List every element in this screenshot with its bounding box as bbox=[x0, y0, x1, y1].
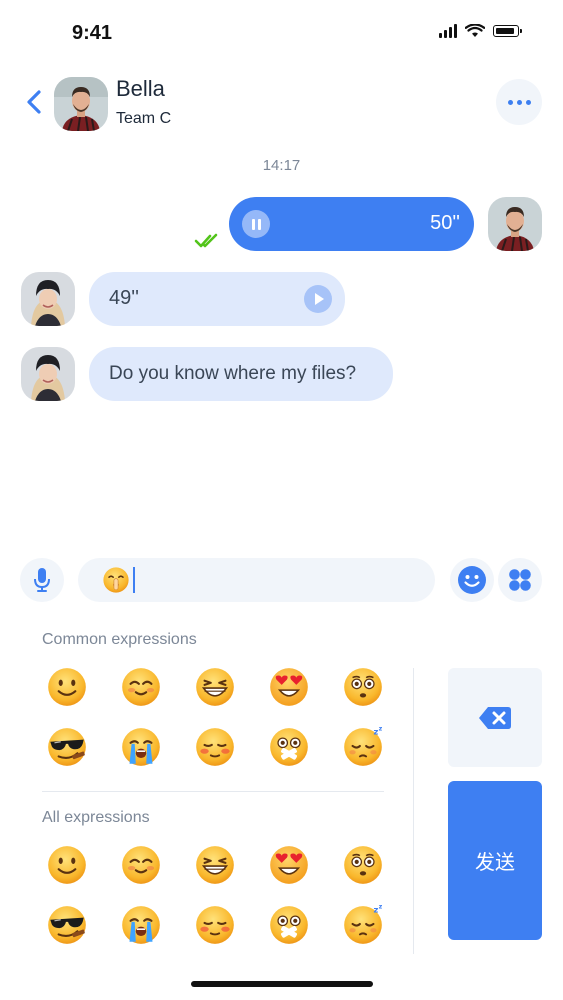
woman-portrait-icon bbox=[21, 272, 75, 326]
emoji-shy-face[interactable] bbox=[178, 724, 252, 770]
microphone-icon bbox=[34, 568, 50, 592]
contact-name: Bella bbox=[116, 76, 165, 101]
common-emoji-grid: zz bbox=[30, 664, 400, 770]
incoming-text-message[interactable]: Do you know where my files? bbox=[89, 347, 393, 401]
four-dots-grid-icon bbox=[509, 569, 531, 591]
emoji-heart-eyes[interactable] bbox=[252, 664, 326, 710]
emoji-grinning-squint[interactable] bbox=[178, 664, 252, 710]
grinning-squint-icon bbox=[196, 668, 234, 706]
emoji-sleeping-face[interactable]: zz bbox=[326, 902, 400, 948]
emoji-flushed-face[interactable] bbox=[326, 842, 400, 888]
flushed-face-icon bbox=[344, 668, 382, 706]
heart-eyes-icon bbox=[270, 668, 308, 706]
mouth-taped-icon bbox=[270, 906, 308, 944]
emoji-mouth-taped[interactable] bbox=[252, 902, 326, 948]
shushing-face-icon bbox=[103, 567, 129, 593]
emoji-grinning-squint[interactable] bbox=[178, 842, 252, 888]
man-portrait-icon bbox=[488, 197, 542, 251]
emoji-toggle-button[interactable] bbox=[450, 558, 494, 602]
smiley-icon bbox=[458, 566, 486, 594]
shy-face-icon bbox=[196, 906, 234, 944]
outgoing-voice-message[interactable]: 50'' bbox=[229, 197, 474, 251]
sender-avatar[interactable] bbox=[21, 272, 75, 326]
smiling-face-icon bbox=[48, 668, 86, 706]
flushed-face-icon bbox=[344, 846, 382, 884]
text-caret bbox=[133, 567, 135, 593]
woman-portrait-icon bbox=[21, 347, 75, 401]
common-expressions-title: Common expressions bbox=[42, 631, 197, 648]
message-timestamp: 14:17 bbox=[262, 157, 301, 174]
signal-icon bbox=[439, 24, 457, 38]
more-dot bbox=[525, 99, 531, 105]
more-apps-button[interactable] bbox=[498, 558, 542, 602]
contact-avatar[interactable] bbox=[54, 77, 108, 131]
back-button[interactable] bbox=[20, 86, 48, 118]
incoming-voice-message[interactable]: 49'' bbox=[89, 272, 345, 326]
smiling-face-icon bbox=[48, 846, 86, 884]
outgoing-voice-duration: 50'' bbox=[430, 212, 460, 234]
contact-team: Team C bbox=[116, 110, 172, 127]
my-avatar[interactable] bbox=[488, 197, 542, 251]
crying-face-icon bbox=[122, 906, 160, 944]
battery-icon bbox=[493, 25, 522, 37]
shy-face-icon bbox=[196, 728, 234, 766]
sender-avatar[interactable] bbox=[21, 347, 75, 401]
emoji-blushing-face[interactable] bbox=[104, 842, 178, 888]
emoji-sunglasses-cool[interactable] bbox=[30, 902, 104, 948]
emoji-heart-eyes[interactable] bbox=[252, 842, 326, 888]
blushing-face-icon bbox=[122, 846, 160, 884]
blushing-face-icon bbox=[122, 668, 160, 706]
status-time: 9:41 bbox=[72, 22, 113, 44]
wifi-icon bbox=[465, 24, 485, 37]
sunglasses-cool-icon bbox=[48, 906, 86, 944]
emoji-sleeping-face[interactable]: zz bbox=[326, 724, 400, 770]
divider bbox=[42, 791, 384, 792]
sleeping-face-icon: zz bbox=[344, 903, 383, 944]
man-portrait-icon bbox=[54, 77, 108, 131]
emoji-crying-face[interactable] bbox=[104, 724, 178, 770]
chevron-left-icon bbox=[27, 90, 41, 114]
pause-icon[interactable] bbox=[242, 210, 270, 238]
sunglasses-cool-icon bbox=[48, 728, 86, 766]
emoji-flushed-face[interactable] bbox=[326, 664, 400, 710]
more-dot bbox=[507, 99, 513, 105]
message-text: Do you know where my files? bbox=[109, 363, 357, 384]
emoji-shy-face[interactable] bbox=[178, 902, 252, 948]
grinning-squint-icon bbox=[196, 846, 234, 884]
incoming-voice-duration: 49'' bbox=[109, 287, 139, 309]
play-icon[interactable] bbox=[304, 285, 332, 313]
all-emoji-grid: zz bbox=[30, 842, 400, 948]
double-check-icon bbox=[194, 233, 218, 248]
home-indicator bbox=[191, 981, 373, 987]
svg-text:z: z bbox=[379, 903, 383, 910]
emoji-crying-face[interactable] bbox=[104, 902, 178, 948]
all-expressions-title: All expressions bbox=[42, 809, 150, 826]
message-input[interactable] bbox=[78, 558, 435, 602]
emoji-smiling-face[interactable] bbox=[30, 664, 104, 710]
more-options-button[interactable] bbox=[496, 79, 542, 125]
more-dot bbox=[516, 99, 522, 105]
mouth-taped-icon bbox=[270, 728, 308, 766]
svg-text:z: z bbox=[379, 725, 383, 732]
send-button[interactable]: 发送 bbox=[448, 781, 542, 940]
emoji-sunglasses-cool[interactable] bbox=[30, 724, 104, 770]
backspace-button[interactable] bbox=[448, 668, 542, 767]
emoji-smiling-face[interactable] bbox=[30, 842, 104, 888]
sleeping-face-icon: zz bbox=[344, 725, 383, 766]
voice-input-button[interactable] bbox=[20, 558, 64, 602]
status-icons bbox=[439, 24, 522, 38]
heart-eyes-icon bbox=[270, 846, 308, 884]
crying-face-icon bbox=[122, 728, 160, 766]
divider bbox=[413, 668, 414, 954]
emoji-mouth-taped[interactable] bbox=[252, 724, 326, 770]
backspace-icon bbox=[479, 706, 511, 729]
emoji-blushing-face[interactable] bbox=[104, 664, 178, 710]
